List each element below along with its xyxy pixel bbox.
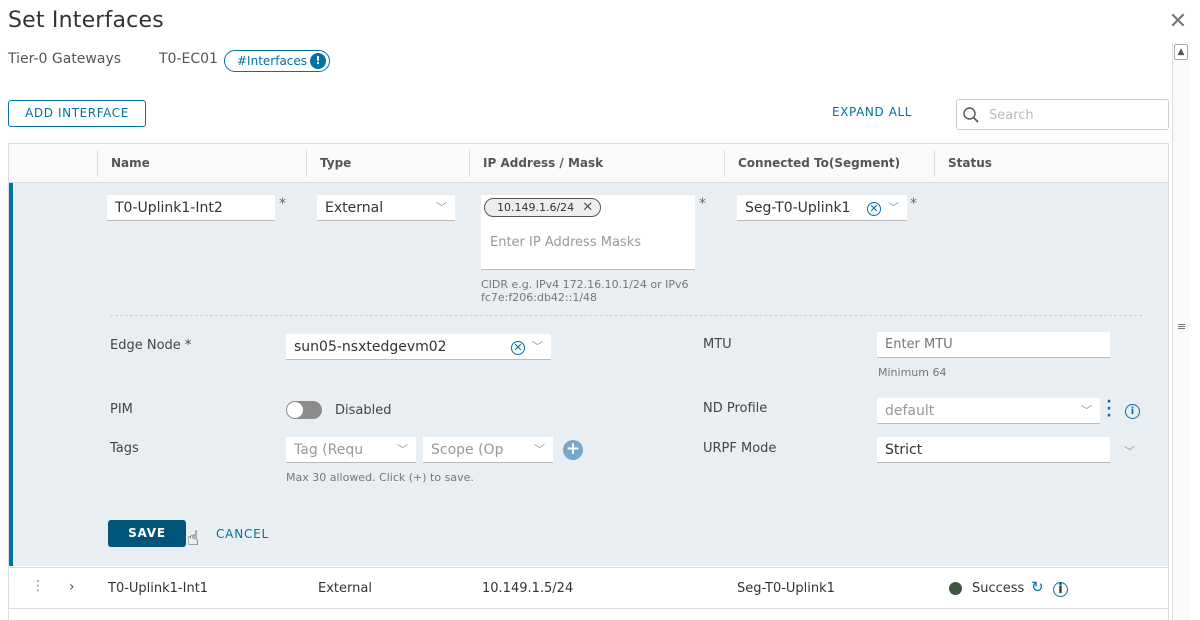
nd-profile-value: default bbox=[885, 403, 935, 419]
pim-label: PIM bbox=[110, 402, 133, 417]
chevron-down-icon: ﹀ bbox=[436, 201, 447, 214]
column-separator bbox=[97, 150, 98, 177]
refresh-icon[interactable]: ↻ bbox=[1031, 578, 1044, 596]
pim-status: Disabled bbox=[335, 403, 392, 418]
scope-input[interactable]: Scope (Op ﹀ bbox=[423, 437, 553, 463]
column-header-ip[interactable]: IP Address / Mask bbox=[483, 156, 603, 170]
column-separator bbox=[724, 150, 725, 177]
tags-hint: Max 30 allowed. Click (+) to save. bbox=[286, 471, 474, 484]
search-icon bbox=[963, 107, 979, 123]
more-actions-icon[interactable]: · · · bbox=[1105, 395, 1113, 423]
required-mark: * bbox=[910, 196, 917, 212]
column-header-name[interactable]: Name bbox=[111, 156, 150, 170]
edge-node-value: sun05-nsxtedgevm02 bbox=[294, 339, 447, 355]
chevron-down-icon: ﹀ bbox=[534, 443, 545, 456]
mtu-label: MTU bbox=[703, 337, 732, 352]
column-separator bbox=[306, 150, 307, 177]
row-status: Success bbox=[972, 581, 1025, 596]
search-input[interactable]: Search bbox=[956, 99, 1169, 130]
close-icon[interactable]: ✕ bbox=[1168, 11, 1188, 33]
chevron-down-icon[interactable]: ﹀ bbox=[1124, 443, 1135, 459]
urpf-select[interactable]: Strict bbox=[877, 437, 1110, 463]
expand-row-icon[interactable]: › bbox=[69, 579, 75, 595]
nd-profile-label: ND Profile bbox=[703, 401, 768, 416]
cancel-button[interactable]: CANCEL bbox=[216, 527, 269, 541]
scroll-grip-icon[interactable]: ≡ bbox=[1177, 321, 1187, 332]
interface-name-input[interactable]: T0-Uplink1-Int2 bbox=[107, 195, 275, 221]
edge-node-select[interactable]: sun05-nsxtedgevm02 ✕ ﹀ bbox=[286, 334, 551, 360]
clear-icon[interactable]: ✕ bbox=[511, 341, 525, 355]
scroll-up-icon[interactable]: ▲ bbox=[1174, 44, 1188, 60]
required-mark: * bbox=[699, 196, 706, 212]
urpf-label: URPF Mode bbox=[703, 441, 777, 456]
row-type: External bbox=[318, 581, 372, 596]
column-header-segment[interactable]: Connected To(Segment) bbox=[738, 156, 900, 170]
tag-input[interactable]: Tag (Requ ﹀ bbox=[286, 437, 416, 463]
mtu-input[interactable] bbox=[877, 332, 1110, 358]
ip-placeholder: Enter IP Address Masks bbox=[490, 235, 641, 250]
interfaces-pill[interactable]: #Interfaces ! bbox=[224, 50, 331, 72]
info-icon[interactable]: i bbox=[1125, 404, 1140, 419]
tag-placeholder: Tag (Requ bbox=[294, 442, 364, 458]
add-tag-icon[interactable]: + bbox=[563, 440, 583, 460]
chevron-down-icon: ﹀ bbox=[397, 443, 408, 456]
section-divider bbox=[110, 315, 1142, 316]
expand-all-link[interactable]: EXPAND ALL bbox=[832, 105, 912, 119]
toggle-knob bbox=[287, 402, 303, 418]
row-menu-icon[interactable]: ⋮ bbox=[31, 578, 45, 594]
interfaces-pill-label: #Interfaces bbox=[237, 54, 308, 68]
ip-chip: 10.149.1.6/24 ✕ bbox=[484, 198, 602, 217]
dialog-title: Set Interfaces bbox=[8, 8, 164, 33]
mtu-hint: Minimum 64 bbox=[878, 366, 947, 379]
column-separator bbox=[934, 150, 935, 177]
chevron-down-icon: ﹀ bbox=[1081, 404, 1092, 417]
row-ip: 10.149.1.5/24 bbox=[482, 581, 574, 596]
scope-placeholder: Scope (Op bbox=[431, 442, 504, 458]
row-name: T0-Uplink1-Int1 bbox=[108, 581, 209, 596]
column-header-status[interactable]: Status bbox=[948, 156, 992, 170]
edge-node-label: Edge Node * bbox=[110, 338, 192, 353]
remove-chip-icon[interactable]: ✕ bbox=[582, 199, 593, 216]
chevron-down-icon: ﹀ bbox=[888, 201, 899, 214]
urpf-value: Strict bbox=[885, 442, 923, 458]
status-dot-icon bbox=[949, 582, 962, 595]
hand-cursor-icon: ☝ bbox=[187, 526, 200, 550]
segment-select[interactable]: Seg-T0-Uplink1 ✕ ﹀ bbox=[737, 195, 907, 221]
nd-profile-select[interactable]: default ﹀ bbox=[877, 398, 1100, 424]
info-icon[interactable]: i bbox=[1053, 582, 1068, 597]
tags-label: Tags bbox=[110, 441, 139, 456]
segment-select-value: Seg-T0-Uplink1 bbox=[745, 200, 851, 216]
breadcrumb-gateway-name: T0-EC01 bbox=[159, 51, 218, 67]
save-button[interactable]: SAVE bbox=[108, 520, 186, 547]
breadcrumb-gateway-type: Tier-0 Gateways bbox=[8, 51, 122, 67]
alert-badge-icon: ! bbox=[310, 53, 327, 69]
ip-chip-label: 10.149.1.6/24 bbox=[497, 201, 575, 214]
row-segment: Seg-T0-Uplink1 bbox=[737, 581, 835, 596]
column-header-type[interactable]: Type bbox=[320, 156, 351, 170]
add-interface-button[interactable]: ADD INTERFACE bbox=[8, 100, 146, 127]
grid-header: Name Type IP Address / Mask Connected To… bbox=[9, 144, 1168, 183]
ip-hint: CIDR e.g. IPv4 172.16.10.1/24 or IPv6 fc… bbox=[481, 278, 689, 304]
type-select[interactable]: External ﹀ bbox=[317, 195, 455, 221]
pim-toggle[interactable] bbox=[286, 401, 322, 419]
column-separator bbox=[469, 150, 470, 177]
search-placeholder: Search bbox=[989, 108, 1034, 123]
ip-address-input[interactable]: 10.149.1.6/24 ✕ Enter IP Address Masks bbox=[481, 195, 695, 270]
required-mark: * bbox=[279, 196, 286, 212]
clear-icon[interactable]: ✕ bbox=[867, 202, 881, 216]
chevron-down-icon: ﹀ bbox=[532, 340, 543, 353]
type-select-value: External bbox=[325, 200, 384, 216]
table-row[interactable]: ⋮ › T0-Uplink1-Int1 External 10.149.1.5/… bbox=[9, 567, 1168, 609]
